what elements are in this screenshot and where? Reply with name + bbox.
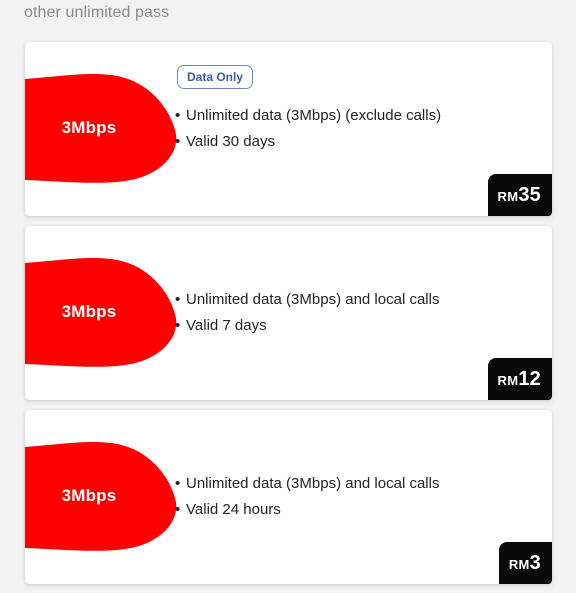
price-currency: RM: [508, 557, 530, 572]
pass-card-2[interactable]: 3Mbps • Unlimited data (3Mbps) and local …: [25, 226, 552, 400]
pass-feature-list: • Unlimited data (3Mbps) (exclude calls) …: [175, 103, 441, 155]
pass-speed-label: 3Mbps: [61, 486, 117, 505]
pass-price-tag: RM12: [487, 358, 552, 400]
data-only-badge: Data Only: [177, 65, 254, 89]
pass-card-1[interactable]: 3Mbps Data Only • Unlimited data (3Mbps) …: [25, 42, 552, 216]
pass-speed-label: 3Mbps: [61, 118, 117, 137]
price-amount: 12: [518, 368, 541, 390]
pass-feature: • Unlimited data (3Mbps) (exclude calls): [175, 107, 442, 124]
pass-feature: • Unlimited data (3Mbps) and local calls: [175, 475, 440, 492]
pass-speed-label: 3Mbps: [61, 302, 117, 321]
pass-card-3[interactable]: 3Mbps • Unlimited data (3Mbps) and local …: [25, 410, 552, 584]
pass-feature-list: • Unlimited data (3Mbps) and local calls …: [175, 287, 439, 339]
pass-feature: • Valid 24 hours: [175, 501, 281, 518]
pass-feature-list: • Unlimited data (3Mbps) and local calls …: [175, 471, 439, 523]
pass-feature: • Valid 7 days: [175, 317, 267, 334]
price-currency: RM: [497, 189, 519, 204]
pass-feature: • Valid 30 days: [175, 133, 275, 150]
price-amount: 35: [518, 184, 541, 206]
pass-price-tag: RM35: [487, 174, 552, 216]
pass-feature: • Unlimited data (3Mbps) and local calls: [175, 291, 440, 308]
section-title: other unlimited pass: [24, 4, 170, 21]
price-amount: 3: [529, 552, 541, 574]
price-currency: RM: [497, 373, 519, 388]
pass-price-tag: RM3: [498, 542, 552, 584]
